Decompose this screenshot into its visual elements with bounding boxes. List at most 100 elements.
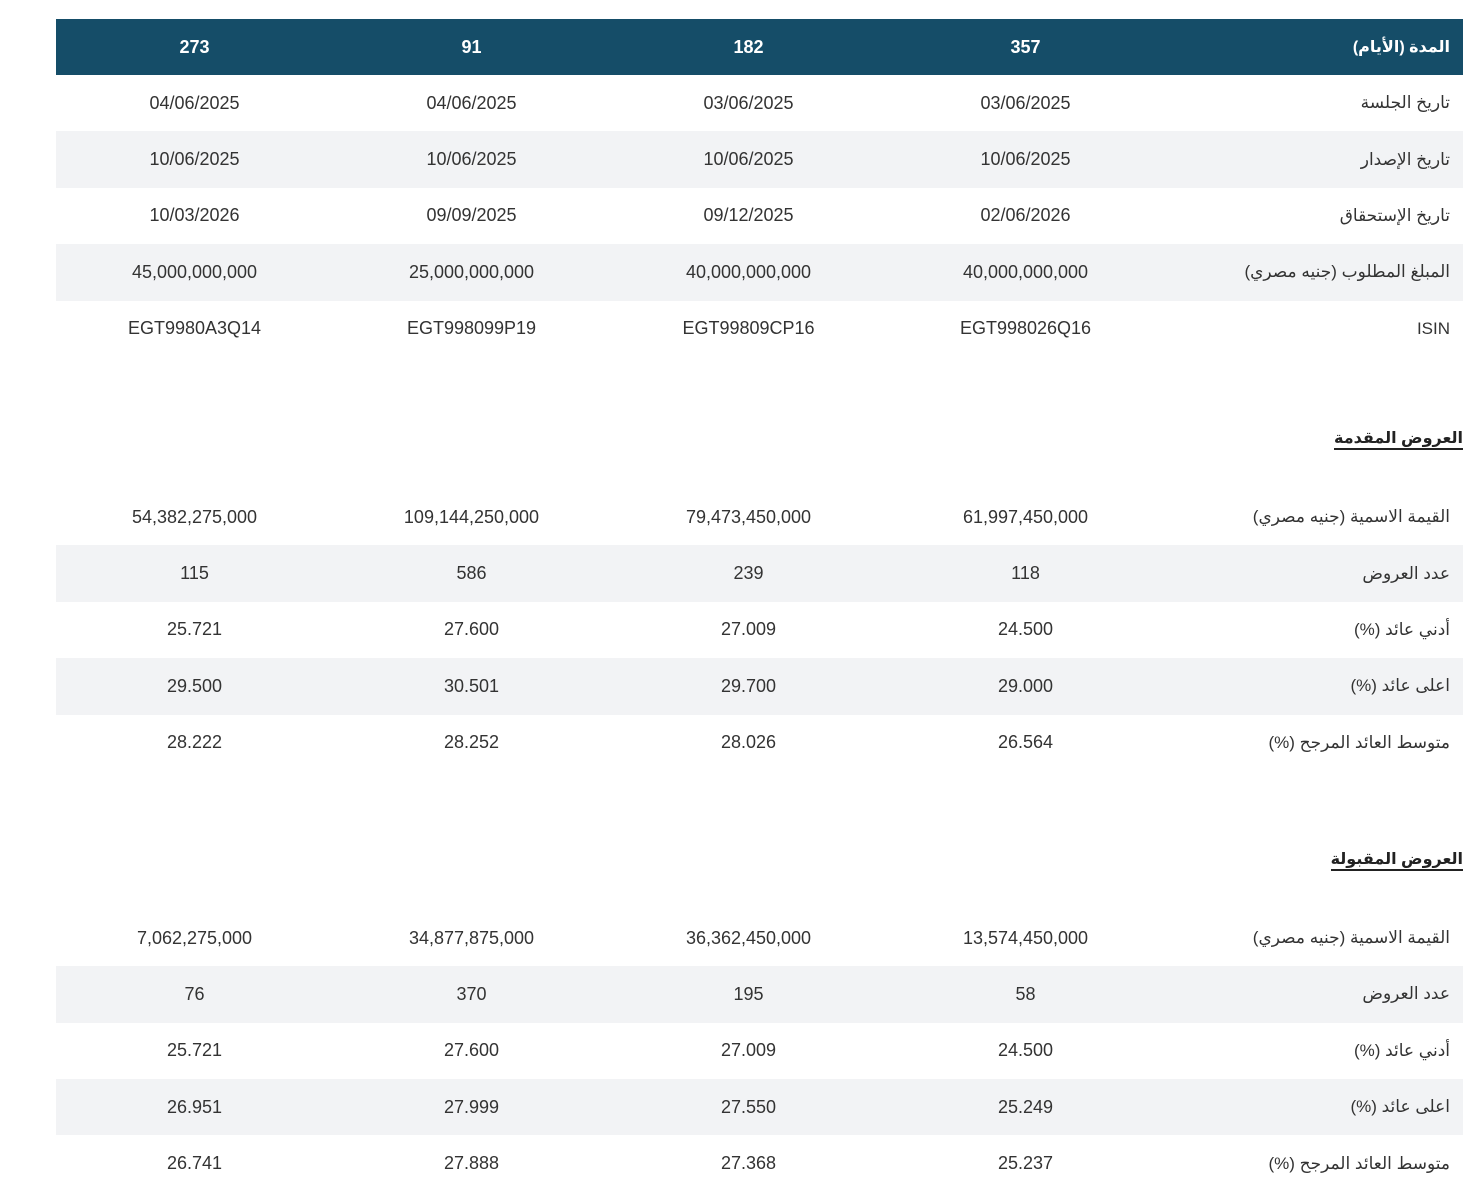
accepted-max-yield-row: اعلى عائد (%) 25.249 27.550 27.999 26.95… (56, 1079, 1463, 1136)
accepted-section-title: العروض المقبولة (76, 848, 1463, 872)
cell-value: 10/03/2026 (149, 205, 240, 226)
row-label: تاريخ الجلسة (1360, 93, 1450, 113)
required-amount-row: المبلغ المطلوب (جنيه مصري) 40,000,000,00… (56, 244, 1463, 301)
cell-value: 04/06/2025 (149, 92, 240, 113)
accepted-avg-yield-row: متوسط العائد المرجح (%) 25.237 27.368 27… (56, 1135, 1463, 1191)
offered-nominal-row: القيمة الاسمية (جنيه مصري) 61,997,450,00… (56, 489, 1463, 545)
offered-avg-yield-row: متوسط العائد المرجح (%) 26.564 28.026 28… (56, 715, 1463, 771)
tenor-273-header: 273 (179, 36, 210, 57)
cell-value: 30.501 (443, 675, 500, 696)
row-label: تاريخ الإستحقاق (1339, 205, 1450, 225)
cell-value: 13,574,450,000 (962, 927, 1089, 948)
cell-value: 29.000 (997, 675, 1054, 696)
cell-value: EGT99809CP16 (682, 318, 815, 339)
tenor-91-header: 91 (461, 36, 482, 57)
accepted-min-yield-row: أدني عائد (%) 24.500 27.009 27.600 25.72… (56, 1023, 1463, 1079)
tenor-182-header: 182 (733, 36, 764, 57)
accepted-title-text: العروض المقبولة (1330, 850, 1463, 871)
offered-count-row: عدد العروض 118 239 586 115 (56, 545, 1463, 602)
cell-value: 26.564 (997, 732, 1054, 753)
offered-min-yield-row: أدني عائد (%) 24.500 27.009 27.600 25.72… (56, 602, 1463, 658)
accepted-nominal-row: القيمة الاسمية (جنيه مصري) 13,574,450,00… (56, 910, 1463, 966)
cell-value: 27.009 (720, 619, 777, 640)
cell-value: 10/06/2025 (703, 149, 794, 170)
cell-value: 10/06/2025 (426, 149, 517, 170)
row-label: اعلى عائد (%) (1350, 676, 1450, 696)
row-label: القيمة الاسمية (جنيه مصري) (1252, 507, 1450, 527)
cell-value: 24.500 (997, 1040, 1054, 1061)
maturity-date-row: تاريخ الإستحقاق 02/06/2026 09/12/2025 09… (56, 188, 1463, 244)
auction-results: المدة (الأيام) 357 182 91 273 تاريخ الجل… (56, 19, 1463, 1192)
cell-value: 25.249 (997, 1096, 1054, 1117)
cell-value: 28.222 (166, 732, 223, 753)
cell-value: 04/06/2025 (426, 92, 517, 113)
cell-value: 29.500 (166, 675, 223, 696)
cell-value: 370 (456, 983, 487, 1004)
cell-value: 27.368 (720, 1153, 777, 1174)
cell-value: 7,062,275,000 (136, 927, 253, 948)
cell-value: 27.888 (443, 1153, 500, 1174)
row-label: ISIN (1416, 318, 1450, 338)
cell-value: 25,000,000,000 (408, 261, 535, 282)
row-label: متوسط العائد المرجح (%) (1268, 1153, 1450, 1173)
tenor-header-label: المدة (الأيام) (1352, 39, 1450, 56)
row-label: عدد العروض (1362, 984, 1450, 1004)
cell-value: 586 (456, 563, 487, 584)
isin-row: ISIN EGT998026Q16 EGT99809CP16 EGT998099… (56, 301, 1463, 357)
accepted-count-row: عدد العروض 58 195 370 76 (56, 966, 1463, 1023)
cell-value: 109,144,250,000 (403, 506, 540, 527)
row-label: القيمة الاسمية (جنيه مصري) (1252, 928, 1450, 948)
issue-date-row: تاريخ الإصدار 10/06/2025 10/06/2025 10/0… (56, 131, 1463, 188)
cell-value: 29.700 (720, 675, 777, 696)
cell-value: 27.600 (443, 1040, 500, 1061)
row-label: أدني عائد (%) (1353, 619, 1450, 639)
cell-value: 27.009 (720, 1040, 777, 1061)
cell-value: 03/06/2025 (980, 92, 1071, 113)
cell-value: 26.951 (166, 1096, 223, 1117)
offered-max-yield-row: اعلى عائد (%) 29.000 29.700 30.501 29.50… (56, 658, 1463, 715)
cell-value: 25.721 (166, 1040, 223, 1061)
cell-value: 54,382,275,000 (131, 506, 258, 527)
cell-value: 58 (1015, 983, 1036, 1004)
cell-value: 115 (180, 563, 209, 584)
session-date-row: تاريخ الجلسة 03/06/2025 03/06/2025 04/06… (56, 75, 1463, 131)
row-label: تاريخ الإصدار (1360, 149, 1450, 169)
row-label: اعلى عائد (%) (1350, 1097, 1450, 1117)
cell-value: 36,362,450,000 (685, 927, 812, 948)
cell-value: 02/06/2026 (980, 205, 1071, 226)
cell-value: 10/06/2025 (980, 149, 1071, 170)
cell-value: EGT998026Q16 (959, 318, 1092, 339)
accepted-bids-table: القيمة الاسمية (جنيه مصري) 13,574,450,00… (56, 910, 1463, 1192)
row-label: المبلغ المطلوب (جنيه مصري) (1244, 262, 1450, 282)
cell-value: 09/09/2025 (426, 205, 517, 226)
cell-value: 09/12/2025 (703, 205, 794, 226)
cell-value: 195 (733, 983, 764, 1004)
row-label: متوسط العائد المرجح (%) (1268, 732, 1450, 752)
cell-value: 28.252 (443, 732, 500, 753)
cell-value: 27.600 (443, 619, 500, 640)
row-label: أدني عائد (%) (1353, 1040, 1450, 1060)
cell-value: 118 (1011, 563, 1040, 584)
cell-value: EGT998099P19 (406, 318, 537, 339)
offered-section-title: العروض المقدمة (76, 427, 1463, 451)
cell-value: 28.026 (720, 732, 777, 753)
cell-value: 34,877,875,000 (408, 927, 535, 948)
row-label: عدد العروض (1362, 563, 1450, 583)
cell-value: 25.237 (997, 1153, 1054, 1174)
cell-value: 239 (733, 563, 764, 584)
cell-value: EGT9980A3Q14 (127, 318, 262, 339)
offered-title-text: العروض المقدمة (1334, 429, 1463, 450)
cell-value: 40,000,000,000 (962, 261, 1089, 282)
auction-info-table: المدة (الأيام) 357 182 91 273 تاريخ الجل… (56, 19, 1463, 357)
cell-value: 25.721 (166, 619, 223, 640)
cell-value: 24.500 (997, 619, 1054, 640)
cell-value: 79,473,450,000 (685, 506, 812, 527)
cell-value: 27.999 (443, 1096, 500, 1117)
cell-value: 26.741 (166, 1153, 223, 1174)
tenor-header-row: المدة (الأيام) 357 182 91 273 (56, 19, 1463, 75)
tenor-357-header: 357 (1010, 36, 1041, 57)
cell-value: 10/06/2025 (149, 149, 240, 170)
cell-value: 76 (184, 983, 205, 1004)
cell-value: 45,000,000,000 (131, 261, 258, 282)
cell-value: 27.550 (720, 1096, 777, 1117)
